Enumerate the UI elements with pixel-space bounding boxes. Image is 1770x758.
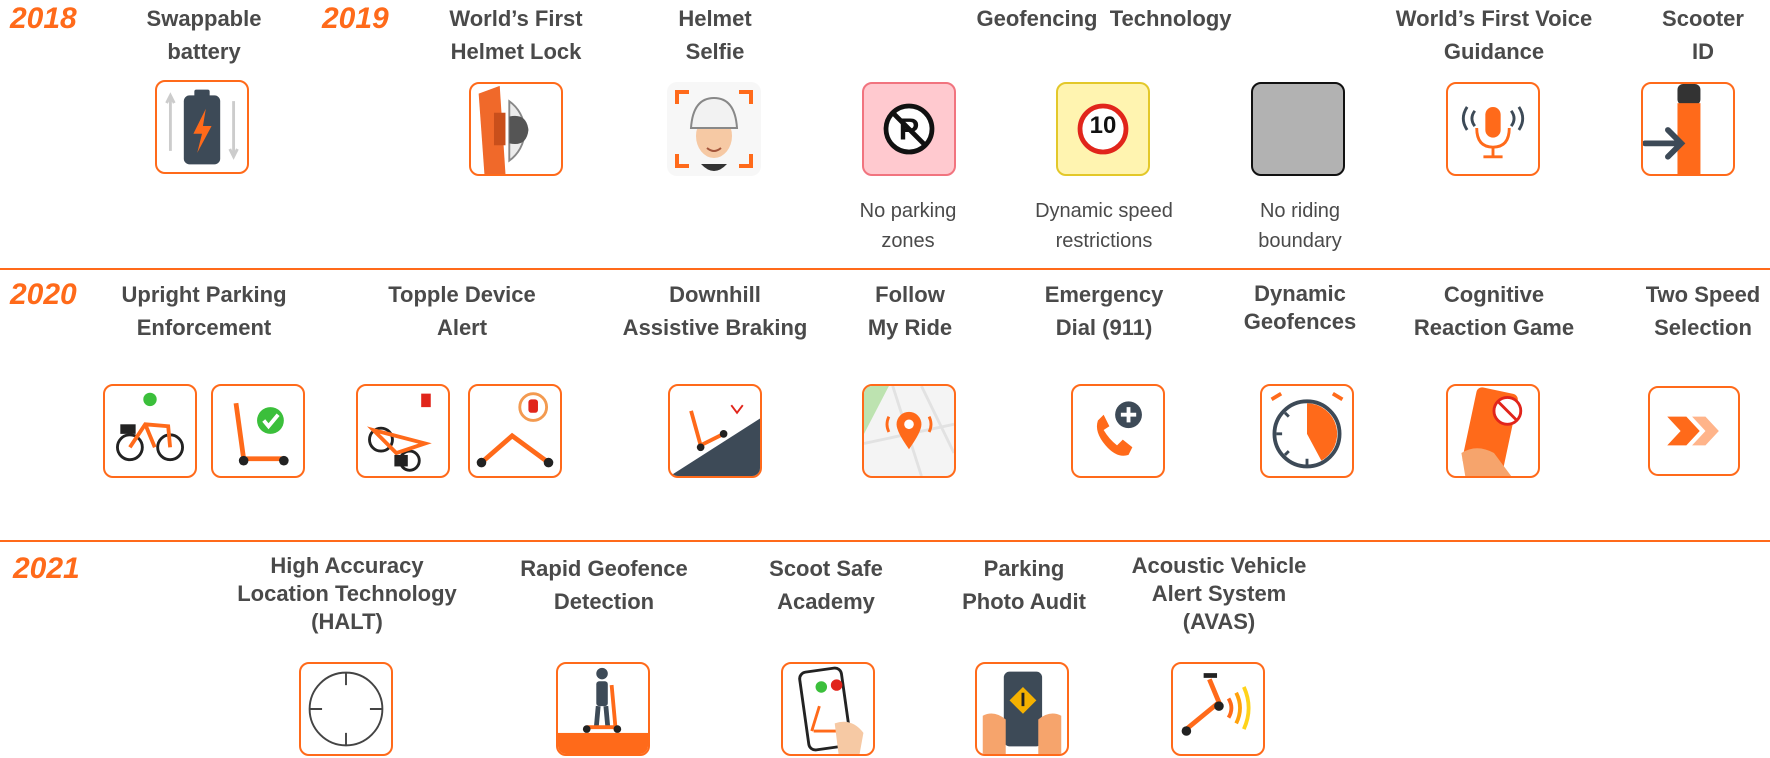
upright-scooter-icon (233, 402, 289, 466)
tile-speed-restrictions: 10 (1056, 82, 1150, 176)
label-voice-guidance: World’s First Voice Guidance (1395, 6, 1593, 64)
label-helmet-selfie: Helmet Selfie (678, 6, 752, 64)
tile-cognitive-game (1446, 384, 1540, 478)
tile-upright-scooter (211, 384, 305, 478)
voice-icon (1461, 106, 1525, 159)
tile-scooter-id (1641, 82, 1735, 176)
label-halt: High Accuracy Location Technology (HALT) (237, 553, 457, 634)
label-parking-audit: Parking Photo Audit (962, 556, 1086, 614)
upright-bike-icon (116, 392, 184, 462)
label-dynamic-geofences: Dynamic Geofences (1243, 281, 1357, 334)
label-geofencing: Geofencing Technology (976, 6, 1232, 31)
fast-forward-icon (1667, 416, 1719, 446)
game-icon (1461, 387, 1523, 476)
tile-swappable-battery (155, 80, 249, 174)
photo-audit-icon (982, 671, 1062, 754)
divider-2019-2020 (0, 268, 1770, 270)
year-2019: 2019 (322, 2, 389, 35)
timer-icon (1270, 392, 1344, 469)
divider-2020-2021 (0, 540, 1770, 542)
label-upright-parking: Upright Parking Enforcement (121, 282, 287, 340)
tile-avas (1171, 662, 1265, 756)
label-rapid-geofence: Rapid Geofence Detection (520, 556, 688, 614)
tile-emergency-dial (1071, 384, 1165, 478)
geofence-rider-icon (558, 667, 648, 754)
year-2020: 2020 (10, 278, 77, 311)
year-2021: 2021 (13, 552, 80, 585)
selfie-icon (675, 90, 753, 171)
helmet-lock-icon (478, 85, 529, 174)
tile-no-parking: P (862, 82, 956, 176)
tile-scoot-safe (781, 662, 875, 756)
no-parking-icon: P (883, 103, 935, 155)
tile-halt (299, 662, 393, 756)
scooter-id-icon (1643, 84, 1701, 174)
tile-upright-bike (103, 384, 197, 478)
battery-icon (165, 89, 239, 165)
speed-limit-value: 10 (1089, 112, 1117, 139)
tile-voice-guidance (1446, 82, 1540, 176)
label-helmet-lock: World’s First Helmet Lock (449, 6, 583, 64)
tile-no-riding (1251, 82, 1345, 176)
tile-dynamic-geofences (1260, 384, 1354, 478)
tile-two-speed (1648, 386, 1740, 476)
tile-toppled-bike (356, 384, 450, 478)
label-speed-restrictions: Dynamic speed restrictions (1035, 200, 1173, 252)
crosshair-icon (308, 671, 384, 747)
label-avas: Acoustic Vehicle Alert System (AVAS) (1131, 553, 1307, 634)
label-topple-alert: Topple Device Alert (388, 282, 536, 340)
label-downhill-braking: Downhill Assistive Braking (622, 282, 808, 340)
tile-parking-audit (975, 662, 1069, 756)
year-2018: 2018 (10, 2, 77, 35)
academy-phone-icon (798, 666, 864, 754)
tile-helmet-selfie (667, 82, 761, 176)
tile-helmet-lock (469, 82, 563, 176)
label-scooter-id: Scooter ID (1662, 6, 1744, 64)
label-two-speed: Two Speed Selection (1645, 282, 1761, 340)
label-no-parking: No parking zones (859, 200, 957, 252)
tile-downhill-braking (668, 384, 762, 478)
label-cognitive-game: Cognitive Reaction Game (1413, 282, 1575, 340)
tile-rapid-geofence (556, 662, 650, 756)
label-no-riding: No riding boundary (1258, 200, 1342, 252)
phone-icon (1096, 401, 1142, 456)
map-pin-icon (864, 386, 954, 476)
tile-follow-ride (862, 384, 956, 478)
label-emergency-dial: Emergency Dial (911) (1044, 282, 1164, 340)
tile-toppled-scooter (468, 384, 562, 478)
downhill-icon (670, 404, 760, 476)
toppled-scooter-icon (476, 392, 554, 468)
label-follow-ride: Follow My Ride (867, 282, 953, 340)
toppled-bike-icon (366, 393, 432, 472)
no-riding-icon (1253, 84, 1343, 174)
label-scoot-safe: Scoot Safe Academy (769, 556, 883, 614)
avas-icon (1181, 673, 1251, 736)
label-swappable-battery: Swappable battery (146, 6, 262, 64)
